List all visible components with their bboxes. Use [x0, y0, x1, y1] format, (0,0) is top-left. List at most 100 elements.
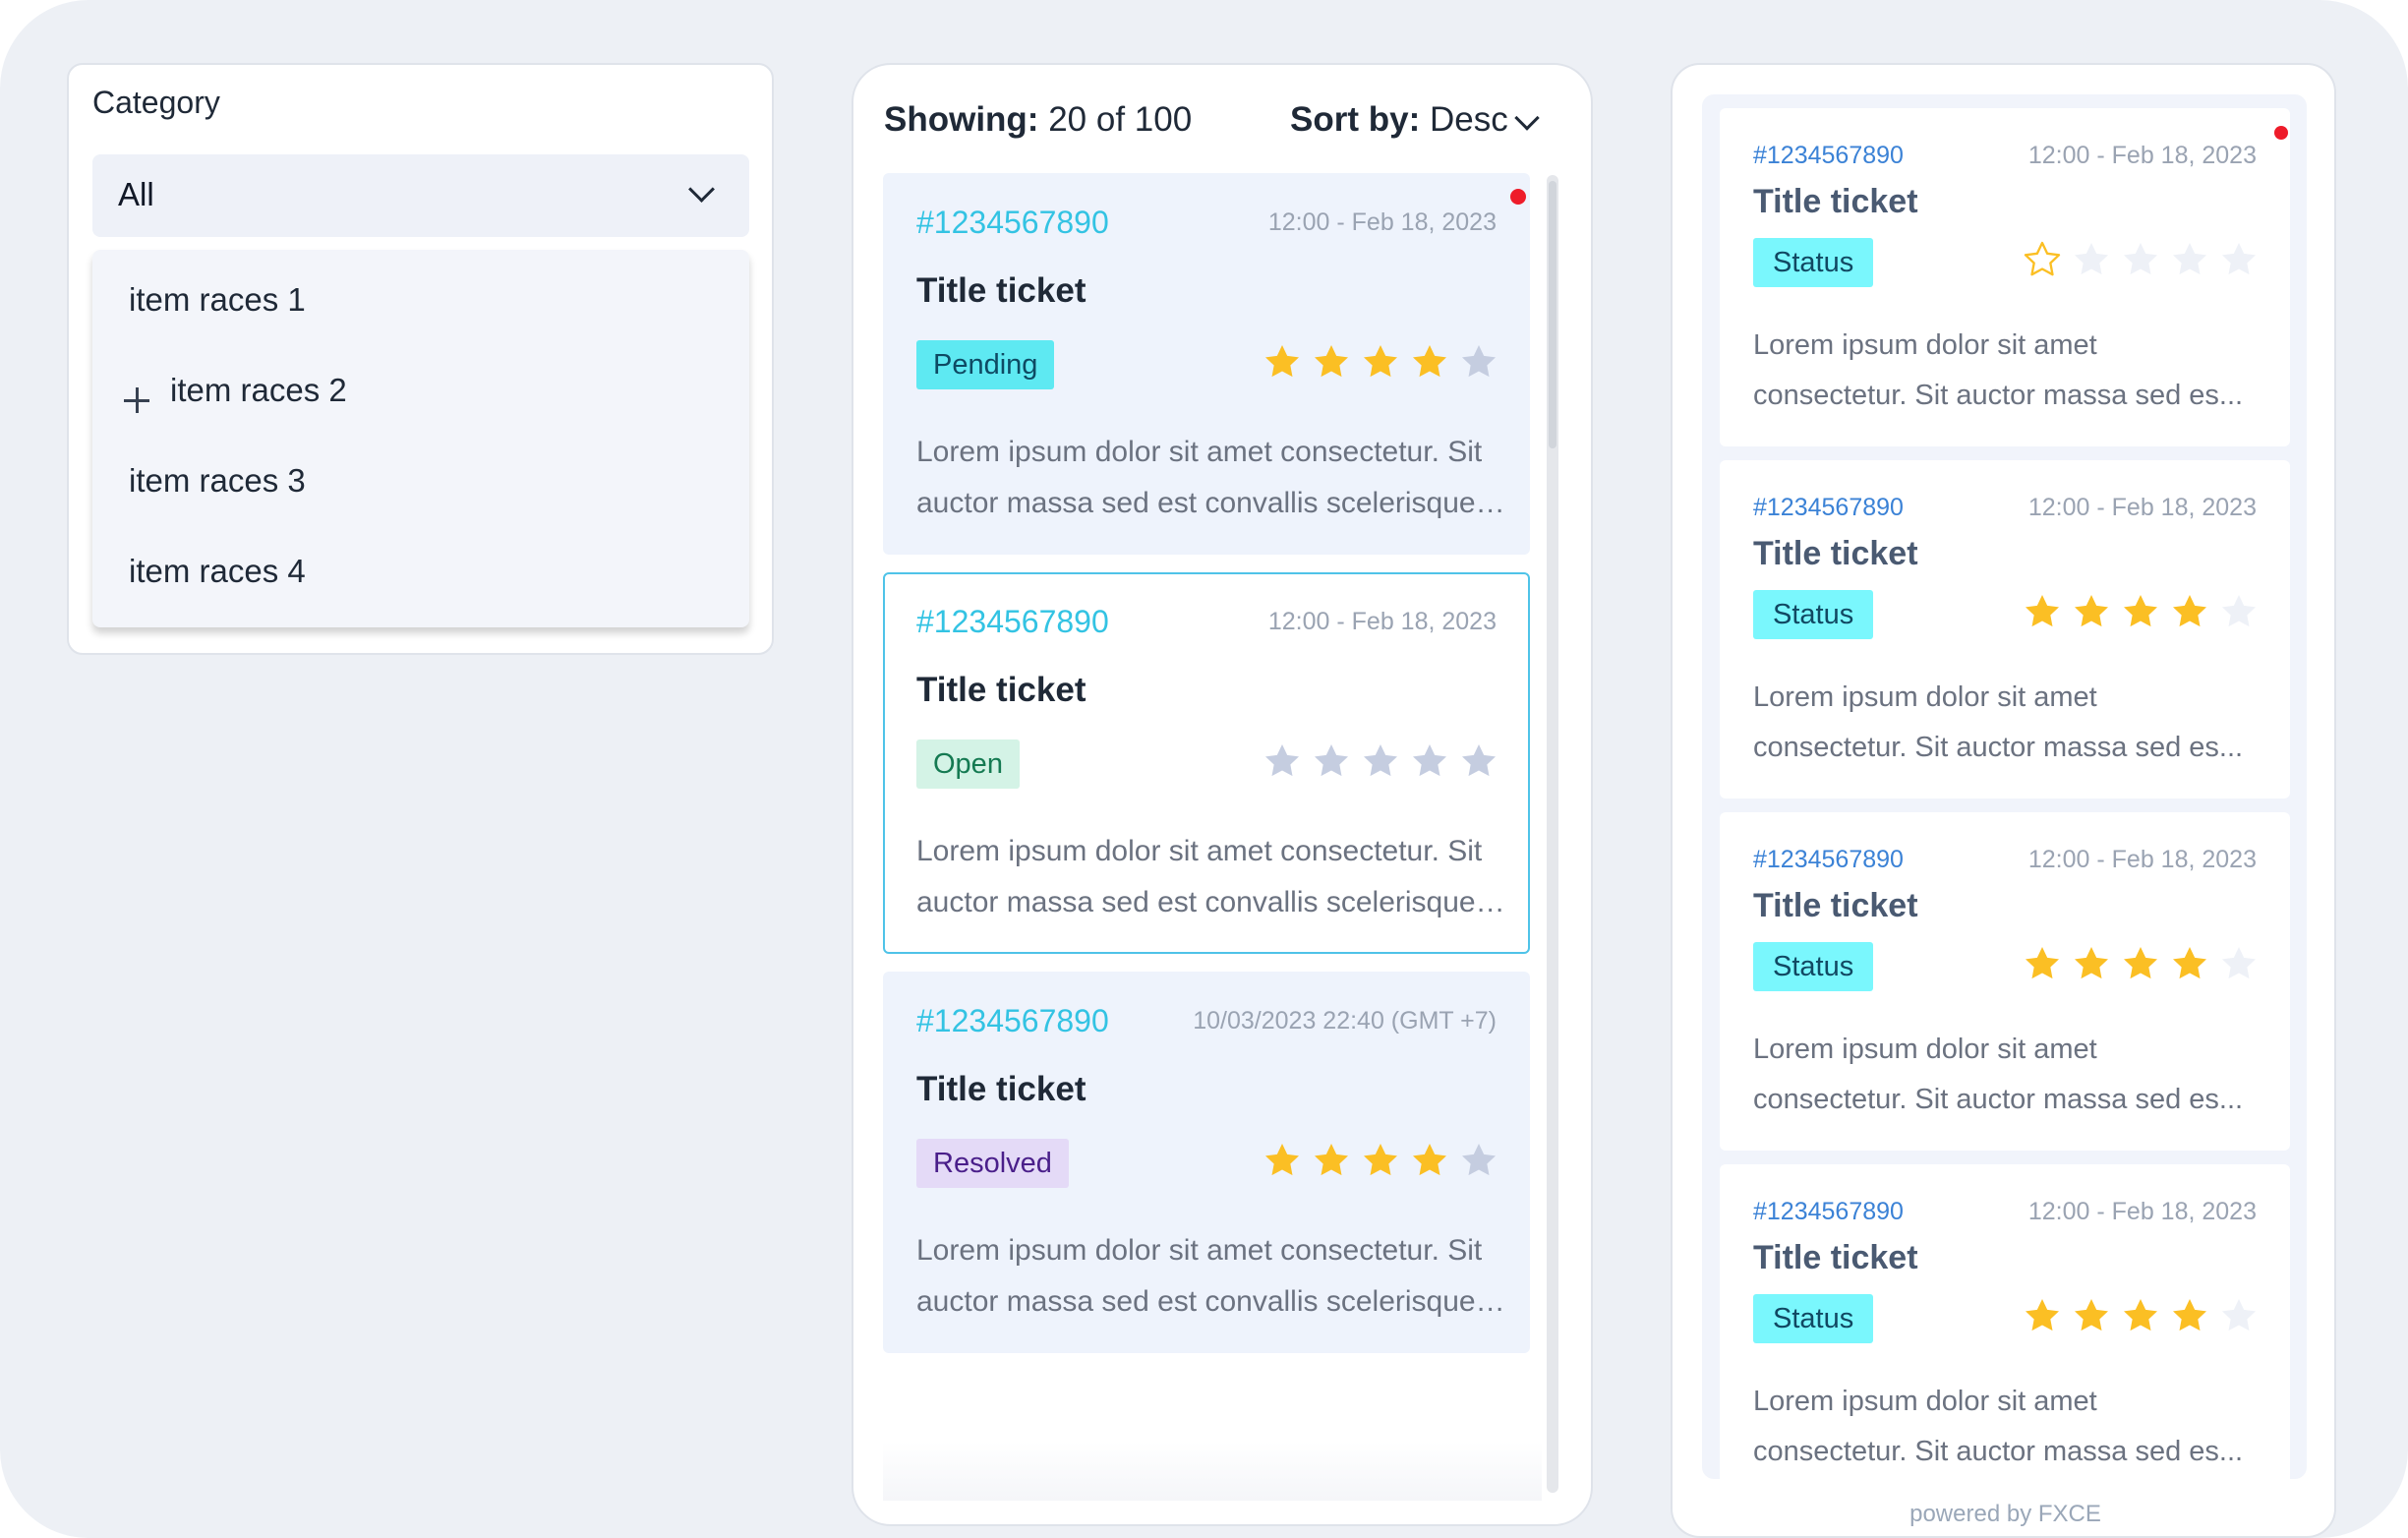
unread-dot	[1510, 189, 1526, 205]
compact-ticket-panel: #1234567890 12:00 - Feb 18, 2023 Title t…	[1671, 63, 2336, 1538]
status-badge: Status	[1753, 1294, 1874, 1343]
ticket-id: #1234567890	[1753, 1198, 1904, 1225]
ticket-card[interactable]: #1234567890 12:00 - Feb 18, 2023 Title t…	[1720, 812, 2290, 1151]
star-empty-icon[interactable]	[1263, 741, 1302, 781]
star-filled-icon[interactable]	[1361, 1141, 1400, 1180]
star-filled-icon[interactable]	[1263, 1141, 1302, 1180]
star-filled-icon[interactable]	[2121, 592, 2160, 631]
star-filled-icon[interactable]	[2072, 944, 2111, 983]
category-option-3[interactable]: item races 3	[129, 462, 306, 500]
category-label: Category	[92, 85, 220, 120]
star-empty-icon[interactable]	[2219, 240, 2259, 279]
category-option-1[interactable]: item races 1	[129, 281, 306, 319]
compact-ticket-list: #1234567890 12:00 - Feb 18, 2023 Title t…	[1702, 94, 2307, 1479]
ticket-id: #1234567890	[1753, 142, 1904, 169]
star-filled-icon[interactable]	[2023, 944, 2062, 983]
unread-dot	[2274, 126, 2288, 140]
ticket-card[interactable]: #1234567890 12:00 - Feb 18, 2023 Title t…	[883, 572, 1530, 954]
star-filled-icon[interactable]	[1410, 342, 1449, 382]
sort-label: Sort by:	[1290, 100, 1421, 139]
star-rating[interactable]	[1263, 342, 1498, 382]
star-empty-icon[interactable]	[1312, 741, 1351, 781]
ticket-id: #1234567890	[916, 604, 1109, 639]
star-rating[interactable]	[2023, 240, 2259, 279]
sort-value: Desc	[1429, 100, 1508, 139]
star-filled-icon[interactable]	[2072, 592, 2111, 631]
star-empty-icon[interactable]	[1361, 741, 1400, 781]
star-outline-icon[interactable]	[2023, 240, 2062, 279]
ticket-title: Title ticket	[1753, 887, 1918, 924]
category-option-2[interactable]: item races 2	[170, 372, 347, 409]
star-empty-icon[interactable]	[2219, 1296, 2259, 1335]
category-dropdown-menu: item races 1 item races 2 item races 3 i…	[92, 250, 749, 627]
ticket-id: #1234567890	[916, 1003, 1109, 1038]
star-empty-icon[interactable]	[1459, 741, 1498, 781]
status-badge: Open	[916, 739, 1020, 789]
star-empty-icon[interactable]	[2170, 240, 2209, 279]
star-empty-icon[interactable]	[2219, 592, 2259, 631]
star-filled-icon[interactable]	[2170, 592, 2209, 631]
ticket-description: Lorem ipsum dolor sit amet consectetur. S…	[1753, 681, 2244, 763]
star-filled-icon[interactable]	[1361, 342, 1400, 382]
category-filter-panel: Category All item races 1 item races 2 i…	[67, 63, 774, 655]
star-filled-icon[interactable]	[2170, 944, 2209, 983]
ticket-card[interactable]: #1234567890 10/03/2023 22:40 (GMT +7) Ti…	[883, 972, 1530, 1353]
star-empty-icon[interactable]	[2121, 240, 2160, 279]
star-rating[interactable]	[2023, 1296, 2259, 1335]
ticket-date: 12:00 - Feb 18, 2023	[1267, 208, 1497, 236]
status-badge: Status	[1753, 590, 1874, 639]
star-filled-icon[interactable]	[2023, 592, 2062, 631]
star-empty-icon[interactable]	[1459, 342, 1498, 382]
ticket-card[interactable]: #1234567890 12:00 - Feb 18, 2023 Title t…	[883, 173, 1530, 555]
star-filled-icon[interactable]	[1312, 342, 1351, 382]
showing-value: 20 of 100	[1048, 100, 1193, 139]
ticket-id: #1234567890	[1753, 494, 1904, 521]
ticket-date: 12:00 - Feb 18, 2023	[2027, 846, 2257, 873]
star-filled-icon[interactable]	[2170, 1296, 2209, 1335]
plus-icon[interactable]	[124, 387, 149, 413]
ticket-date: 10/03/2023 22:40 (GMT +7)	[1193, 1007, 1497, 1035]
star-empty-icon[interactable]	[2072, 240, 2111, 279]
ticket-list-panel: Showing: 20 of 100 Sort by: Desc #123456…	[852, 63, 1593, 1526]
ticket-title: Title ticket	[1753, 535, 1918, 572]
ticket-date: 12:00 - Feb 18, 2023	[2027, 1198, 2257, 1225]
ticket-id: #1234567890	[916, 205, 1109, 240]
star-empty-icon[interactable]	[1410, 741, 1449, 781]
star-filled-icon[interactable]	[2121, 1296, 2160, 1335]
ticket-card[interactable]: #1234567890 12:00 - Feb 18, 2023 Title t…	[1720, 108, 2290, 446]
star-empty-icon[interactable]	[2219, 944, 2259, 983]
star-filled-icon[interactable]	[1263, 342, 1302, 382]
ticket-title: Title ticket	[916, 671, 1087, 709]
ticket-id: #1234567890	[1753, 846, 1904, 873]
ticket-description: Lorem ipsum dolor sit amet consectetur. …	[916, 1234, 1506, 1318]
category-option-4[interactable]: item races 4	[129, 553, 306, 590]
star-empty-icon[interactable]	[1459, 1141, 1498, 1180]
ticket-date: 12:00 - Feb 18, 2023	[1267, 608, 1497, 635]
showing-count: Showing: 20 of 100	[884, 100, 1192, 140]
star-filled-icon[interactable]	[2072, 1296, 2111, 1335]
category-selected-value: All	[118, 176, 154, 212]
sort-control[interactable]: Sort by: Desc	[1290, 100, 1508, 140]
ticket-date: 12:00 - Feb 18, 2023	[2027, 494, 2257, 521]
star-filled-icon[interactable]	[2121, 944, 2160, 983]
ticket-title: Title ticket	[1753, 183, 1918, 220]
star-rating[interactable]	[1263, 1141, 1498, 1180]
star-rating[interactable]	[2023, 592, 2259, 631]
star-filled-icon[interactable]	[1312, 1141, 1351, 1180]
ticket-title: Title ticket	[916, 271, 1087, 310]
category-select[interactable]: All	[92, 154, 749, 237]
powered-by-footer: powered by FXCE	[1909, 1501, 2101, 1527]
status-badge: Status	[1753, 238, 1874, 287]
scrollbar-thumb[interactable]	[1549, 181, 1556, 448]
chevron-down-icon[interactable]	[1514, 105, 1540, 131]
ticket-card[interactable]: #1234567890 12:00 - Feb 18, 2023 Title t…	[1720, 460, 2290, 799]
ticket-card[interactable]: #1234567890 12:00 - Feb 18, 2023 Title t…	[1720, 1164, 2290, 1479]
star-rating[interactable]	[1263, 741, 1498, 781]
ticket-title: Title ticket	[916, 1070, 1087, 1108]
showing-label: Showing:	[884, 100, 1039, 139]
star-filled-icon[interactable]	[2023, 1296, 2062, 1335]
star-rating[interactable]	[2023, 944, 2259, 983]
ticket-description: Lorem ipsum dolor sit amet consectetur. S…	[1753, 1034, 2244, 1115]
chevron-down-icon	[688, 176, 715, 203]
star-filled-icon[interactable]	[1410, 1141, 1449, 1180]
